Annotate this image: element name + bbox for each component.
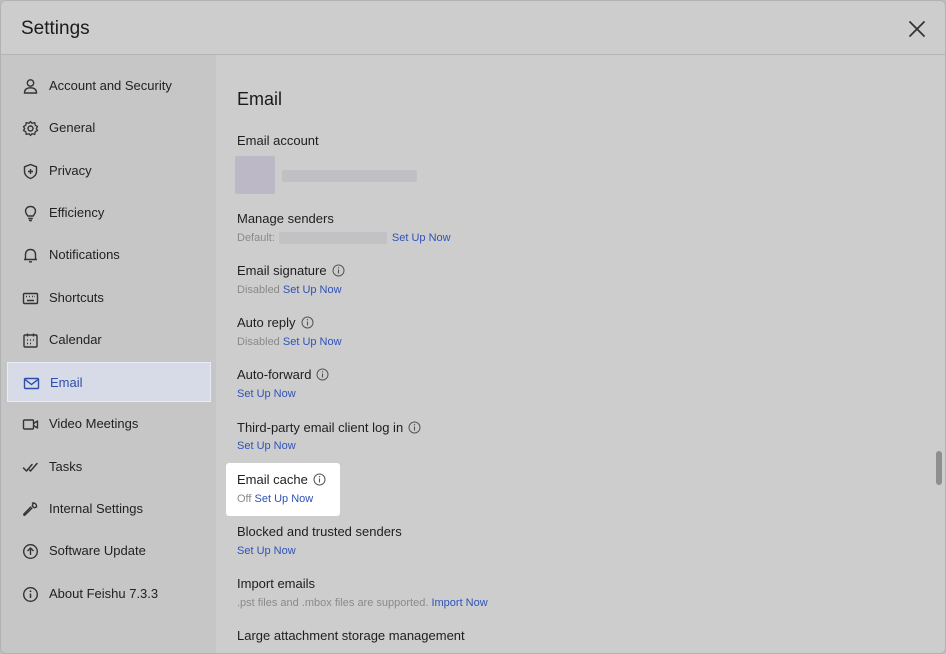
info-circle-icon xyxy=(22,586,39,603)
third-party-link[interactable]: Set Up Now xyxy=(237,440,296,452)
scrollbar-thumb[interactable] xyxy=(936,451,942,485)
arrow-up-circle-icon xyxy=(22,543,39,560)
sidebar-item-label: General xyxy=(49,120,96,135)
email-cache-highlight xyxy=(226,463,340,516)
shield-icon xyxy=(23,163,38,180)
email-signature-label: Email signature xyxy=(237,263,327,278)
sidebar-item-notifications[interactable]: Notifications xyxy=(7,235,211,275)
info-icon[interactable] xyxy=(408,421,421,434)
auto-reply-link[interactable]: Set Up Now xyxy=(283,336,342,348)
email-cache-title: Email cache xyxy=(237,472,326,487)
sidebar-item-label: Privacy xyxy=(49,163,92,178)
blocked-senders-sub: Set Up Now xyxy=(237,545,296,557)
sidebar-item-calendar[interactable]: Calendar xyxy=(7,320,211,360)
sidebar-item-internal-settings[interactable]: Internal Settings xyxy=(7,489,211,529)
email-signature-title: Email signature xyxy=(237,263,345,278)
info-icon[interactable] xyxy=(301,316,314,329)
sidebar-item-label: About Feishu 7.3.3 xyxy=(49,586,159,601)
email-signature-status: Disabled xyxy=(237,284,280,296)
default-label: Default: xyxy=(237,232,275,244)
email-cache-label: Email cache xyxy=(237,472,308,487)
sidebar-item-efficiency[interactable]: Efficiency xyxy=(7,193,211,233)
mail-icon xyxy=(23,377,40,390)
close-icon[interactable] xyxy=(906,18,928,40)
sidebar-item-label: Internal Settings xyxy=(49,501,143,516)
import-now-link[interactable]: Import Now xyxy=(431,597,487,609)
bell-icon xyxy=(24,248,37,263)
import-emails-title: Import emails xyxy=(237,576,316,591)
import-emails-sub: .pst files and .mbox files are supported… xyxy=(237,597,488,609)
page-title: Settings xyxy=(21,18,90,39)
email-signature-sub: Disabled Set Up Now xyxy=(237,284,342,296)
email-signature-link[interactable]: Set Up Now xyxy=(283,284,342,296)
sidebar-item-shortcuts[interactable]: Shortcuts xyxy=(7,278,211,318)
sidebar-item-about[interactable]: About Feishu 7.3.3 xyxy=(7,574,211,614)
gear-icon xyxy=(22,120,39,137)
auto-reply-sub: Disabled Set Up Now xyxy=(237,336,342,348)
lightbulb-icon xyxy=(24,205,37,222)
third-party-title: Third-party email client log in xyxy=(237,420,421,435)
avatar xyxy=(235,156,275,194)
auto-reply-title: Auto reply xyxy=(237,315,314,330)
sidebar-item-label: Shortcuts xyxy=(49,290,104,305)
sidebar-item-general[interactable]: General xyxy=(7,108,211,148)
auto-reply-status: Disabled xyxy=(237,336,280,348)
auto-forward-sub: Set Up Now xyxy=(237,388,296,400)
sidebar-item-privacy[interactable]: Privacy xyxy=(7,151,211,191)
info-icon[interactable] xyxy=(316,368,329,381)
wrench-icon xyxy=(23,502,38,516)
manage-senders-link[interactable]: Set Up Now xyxy=(392,232,451,244)
sidebar-item-label: Tasks xyxy=(49,459,83,474)
third-party-label: Third-party email client log in xyxy=(237,420,404,435)
video-camera-icon xyxy=(22,419,39,430)
sidebar-item-label: Software Update xyxy=(49,543,146,558)
sidebar-item-video-meetings[interactable]: Video Meetings xyxy=(7,404,211,444)
auto-reply-label: Auto reply xyxy=(237,315,296,330)
email-settings-panel: Email Email account Manage senders Defau… xyxy=(216,55,945,653)
manage-senders-sub: Default: Set Up Now xyxy=(237,232,451,244)
sidebar-item-label: Notifications xyxy=(49,247,120,262)
manage-senders-title: Manage senders xyxy=(237,211,334,226)
default-address-redacted xyxy=(278,232,387,244)
auto-forward-link[interactable]: Set Up Now xyxy=(237,388,296,400)
info-icon[interactable] xyxy=(313,473,326,486)
auto-forward-title: Auto-forward xyxy=(237,367,329,382)
sidebar-item-label: Email xyxy=(50,375,83,390)
user-icon xyxy=(23,79,38,94)
settings-window: Settings Account and Security General Pr… xyxy=(0,0,946,654)
email-cache-sub: Off Set Up Now xyxy=(237,493,313,505)
sidebar-item-label: Calendar xyxy=(49,332,102,347)
sidebar-item-label: Video Meetings xyxy=(49,416,139,431)
calendar-icon xyxy=(23,333,38,348)
sidebar: Account and Security General Privacy Eff… xyxy=(1,55,216,653)
account-name-redacted xyxy=(282,170,417,182)
sidebar-item-email[interactable]: Email xyxy=(7,362,211,402)
blocked-senders-link[interactable]: Set Up Now xyxy=(237,545,296,557)
blocked-senders-title: Blocked and trusted senders xyxy=(237,524,402,539)
large-attachment-title: Large attachment storage management xyxy=(237,628,465,643)
import-emails-desc: .pst files and .mbox files are supported… xyxy=(237,597,429,609)
sidebar-item-account-security[interactable]: Account and Security xyxy=(7,66,211,106)
sidebar-item-tasks[interactable]: Tasks xyxy=(7,447,211,487)
email-cache-status: Off xyxy=(237,493,252,505)
sidebar-item-software-update[interactable]: Software Update xyxy=(7,531,211,571)
sidebar-item-label: Efficiency xyxy=(49,205,105,220)
section-title: Email xyxy=(237,89,283,109)
email-cache-link[interactable]: Set Up Now xyxy=(255,493,314,505)
third-party-sub: Set Up Now xyxy=(237,440,296,452)
sidebar-item-label: Account and Security xyxy=(49,78,172,93)
auto-forward-label: Auto-forward xyxy=(237,367,312,382)
info-icon[interactable] xyxy=(332,264,345,277)
header: Settings xyxy=(1,1,945,55)
keyboard-icon xyxy=(22,292,39,305)
checkmark-icon xyxy=(22,462,38,472)
email-account-title: Email account xyxy=(237,133,319,148)
